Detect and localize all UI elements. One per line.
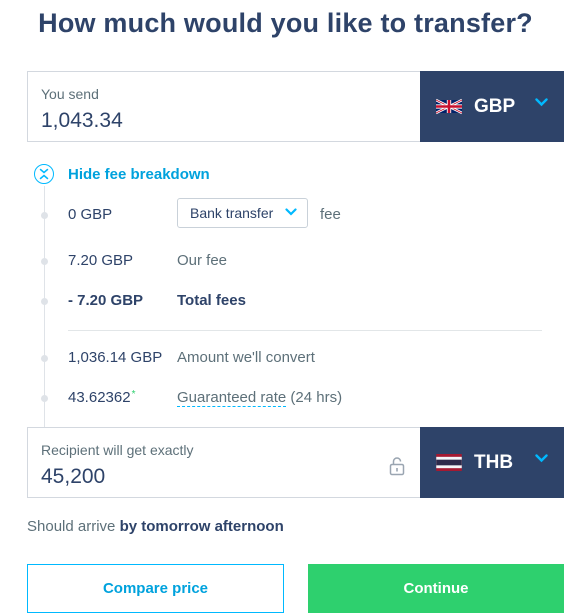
payment-method-fee-amount: 0 GBP	[68, 206, 113, 223]
payment-method-selected: Bank transfer	[190, 205, 274, 221]
timeline-dot	[41, 395, 48, 402]
rate-value-wrap: 43.62362*	[68, 389, 135, 406]
chevron-down-icon	[535, 454, 548, 463]
fee-breakdown: Hide fee breakdown 0 GBP Bank transfer f…	[27, 142, 564, 428]
send-amount-input[interactable]	[41, 109, 381, 133]
unlock-icon[interactable]	[389, 456, 405, 476]
total-fees-label: Total fees	[177, 292, 246, 309]
timeline-dot	[41, 258, 48, 265]
rate-description: Guaranteed rate (24 hrs)	[177, 389, 343, 407]
total-fees-amount: - 7.20 GBP	[68, 292, 144, 309]
chevron-down-icon	[285, 208, 297, 216]
eta-prefix: Should arrive	[27, 518, 116, 535]
compare-price-button[interactable]: Compare price	[27, 564, 284, 613]
receive-currency-selector[interactable]: THB	[420, 427, 564, 498]
guaranteed-rate-link[interactable]: Guaranteed rate	[177, 389, 287, 407]
convert-label: Amount we'll convert	[177, 349, 315, 366]
page-title: How much would you like to transfer?	[38, 8, 533, 38]
our-fee-label: Our fee	[177, 252, 228, 269]
receive-amount-input[interactable]	[41, 465, 381, 489]
convert-amount-row: 1,036.14 GBP Amount we'll convert	[27, 347, 564, 371]
arrival-estimate: Should arrive by tomorrow afternoon	[27, 518, 284, 535]
convert-amount: 1,036.14 GBP	[68, 349, 163, 366]
hide-fee-breakdown-toggle[interactable]: Hide fee breakdown	[34, 164, 210, 184]
receive-amount-box: Recipient will get exactly THB	[27, 427, 564, 498]
timeline-dot	[41, 355, 48, 362]
chevron-down-icon	[535, 98, 548, 107]
thailand-flag-icon	[436, 454, 462, 471]
rate-row: 43.62362* Guaranteed rate (24 hrs)	[27, 387, 564, 411]
send-currency-code: GBP	[474, 95, 516, 117]
timeline-dot	[41, 298, 48, 305]
our-fee-row: 7.20 GBP Our fee	[27, 250, 564, 274]
send-amount-box: You send GBP	[27, 71, 564, 142]
payment-method-suffix: fee	[320, 206, 341, 223]
send-label: You send	[41, 86, 99, 102]
uk-flag-icon	[436, 98, 462, 115]
rate-value: 43.62362	[68, 389, 131, 406]
rate-asterisk: *	[131, 389, 136, 400]
payment-method-row: 0 GBP Bank transfer fee	[27, 198, 564, 228]
fee-divider	[68, 330, 542, 331]
our-fee-amount: 7.20 GBP	[68, 252, 134, 269]
payment-method-select[interactable]: Bank transfer	[177, 198, 308, 228]
collapse-icon	[34, 164, 54, 184]
receive-label: Recipient will get exactly	[41, 442, 194, 458]
receive-currency-code: THB	[474, 451, 514, 473]
continue-button[interactable]: Continue	[308, 564, 564, 613]
total-fees-row: - 7.20 GBP Total fees	[27, 290, 564, 314]
timeline-dot	[41, 212, 48, 219]
hide-fee-breakdown-label: Hide fee breakdown	[68, 165, 210, 183]
send-currency-selector[interactable]: GBP	[420, 71, 564, 142]
eta-value: by tomorrow afternoon	[119, 518, 284, 535]
rate-duration: (24 hrs)	[290, 389, 343, 406]
